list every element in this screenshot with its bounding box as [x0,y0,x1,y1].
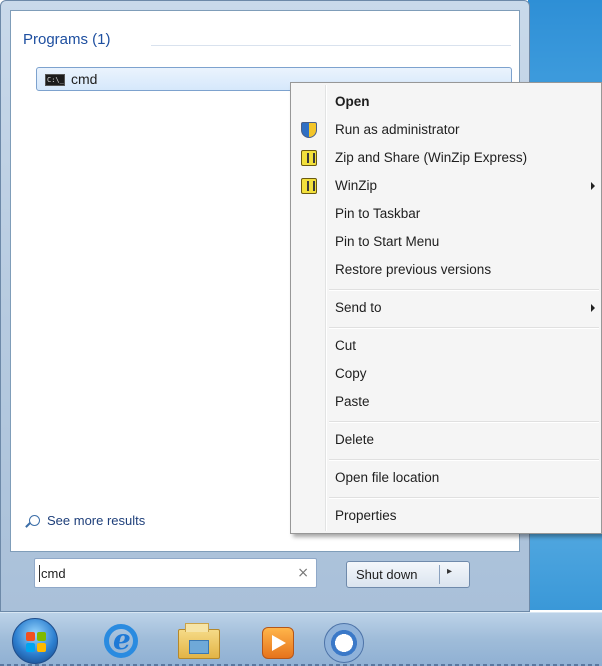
menu-separator [329,459,599,460]
menu-item-label: Open [335,94,370,109]
menu-separator [329,497,599,498]
shut-down-label: Shut down [356,567,418,582]
submenu-arrow-icon [591,304,595,312]
windows-explorer-icon[interactable] [178,623,220,659]
context-menu: Open Run as administrator Zip and Share … [290,82,602,534]
shut-down-button[interactable]: Shut down ▸ [346,561,470,588]
menu-item-label: Properties [335,508,397,523]
winzip-icon [301,150,317,166]
menu-separator [329,327,599,328]
programs-section-header[interactable]: Programs (1) [23,31,111,48]
command-prompt-icon: C:\_ [45,74,65,86]
menu-item-copy[interactable]: Copy [293,361,599,387]
menu-item-pin-to-start-menu[interactable]: Pin to Start Menu [293,229,599,255]
chrome-icon[interactable] [324,623,364,663]
search-input-value: cmd [41,566,66,581]
menu-item-delete[interactable]: Delete [293,427,599,453]
menu-item-zip-and-share[interactable]: Zip and Share (WinZip Express) [293,145,599,171]
menu-separator [329,421,599,422]
menu-item-winzip[interactable]: WinZip [293,173,599,199]
menu-item-label: Cut [335,338,357,353]
menu-item-properties[interactable]: Properties [293,503,599,529]
menu-item-run-as-administrator[interactable]: Run as administrator [293,117,599,143]
menu-item-label: Send to [335,300,382,315]
windows-flag-icon [26,632,46,652]
menu-item-label: Zip and Share (WinZip Express) [335,150,528,165]
menu-item-label: Pin to Taskbar [335,206,421,221]
menu-item-label: WinZip [335,178,378,193]
winzip-icon [301,178,317,194]
internet-explorer-icon[interactable] [104,623,138,658]
menu-item-restore-previous-versions[interactable]: Restore previous versions [293,257,599,283]
uac-shield-icon [301,122,317,138]
taskbar [0,612,602,666]
menu-item-label: Delete [335,432,375,447]
menu-item-pin-to-taskbar[interactable]: Pin to Taskbar [293,201,599,227]
clear-search-icon[interactable]: × [297,565,309,581]
search-input[interactable]: cmd × [34,558,317,588]
see-more-results-link[interactable]: See more results [29,513,145,528]
menu-item-label: Paste [335,394,370,409]
menu-item-paste[interactable]: Paste [293,389,599,415]
program-result-label: cmd [71,71,98,87]
media-player-icon[interactable] [262,627,294,659]
menu-item-send-to[interactable]: Send to [293,295,599,321]
submenu-arrow-icon [591,182,595,190]
section-divider [151,45,511,46]
shut-down-divider [439,565,440,584]
see-more-results-label: See more results [47,513,146,528]
menu-item-label: Open file location [335,470,440,485]
menu-item-open-file-location[interactable]: Open file location [293,465,599,491]
search-icon [29,515,40,526]
menu-item-label: Run as administrator [335,122,460,137]
menu-item-cut[interactable]: Cut [293,333,599,359]
menu-item-label: Pin to Start Menu [335,234,440,249]
menu-item-open[interactable]: Open [293,89,599,115]
shut-down-options-arrow-icon[interactable]: ▸ [447,566,452,577]
menu-item-label: Restore previous versions [335,262,492,277]
start-orb-button[interactable] [12,618,58,664]
text-caret [39,565,40,582]
menu-item-label: Copy [335,366,367,381]
menu-separator [329,289,599,290]
